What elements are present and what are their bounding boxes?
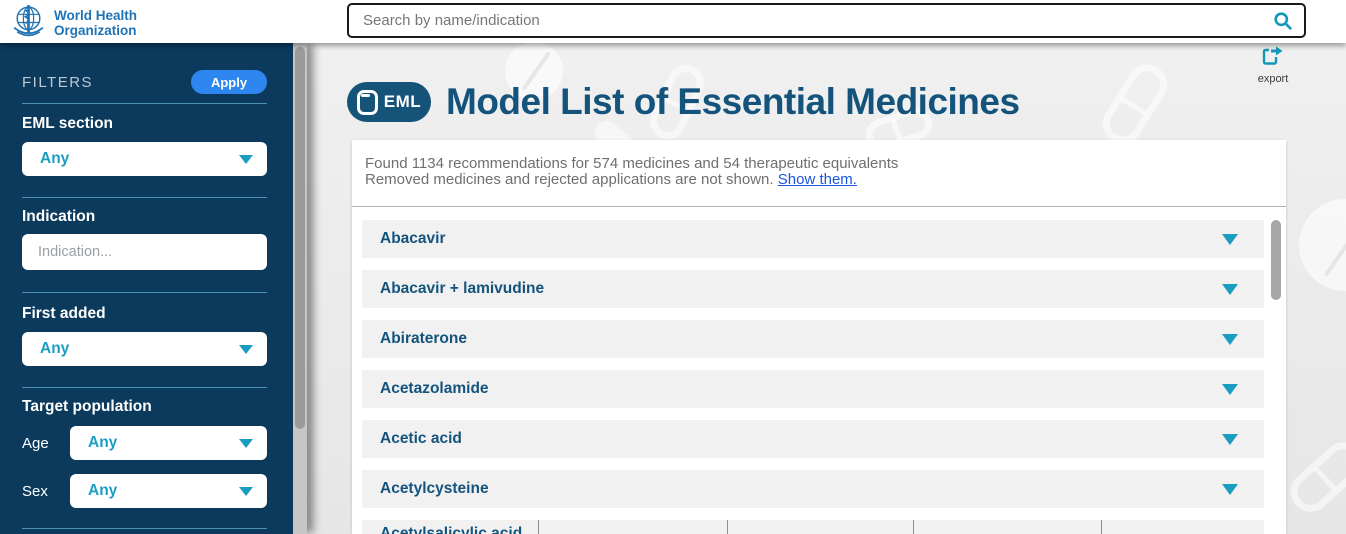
search-input[interactable] (349, 5, 1273, 36)
eml-section-select[interactable]: Any (22, 142, 267, 176)
column-divider (913, 520, 914, 534)
capsule-icon (357, 90, 378, 115)
age-label: Age (22, 435, 70, 452)
medicine-row[interactable]: Acetylcysteine (362, 470, 1264, 508)
summary-line-1: Found 1134 recommendations for 574 medic… (365, 156, 1274, 172)
page-title: Model List of Essential Medicines (446, 81, 1020, 123)
sidebar-scrollbar-thumb[interactable] (295, 47, 305, 429)
medicine-row-partial[interactable]: Acetylsalicylic acid (362, 520, 1264, 534)
medicine-row[interactable]: Abacavir + lamivudine (362, 270, 1264, 308)
chevron-down-icon (1222, 234, 1238, 245)
eml-section-value: Any (40, 150, 69, 168)
column-divider (538, 520, 539, 534)
medicine-name: Abacavir + lamivudine (380, 280, 544, 298)
divider (22, 103, 267, 104)
medicine-name: Acetic acid (380, 430, 462, 448)
chevron-down-icon (239, 487, 253, 496)
results-summary: Found 1134 recommendations for 574 medic… (352, 140, 1286, 188)
divider (22, 528, 267, 529)
divider (22, 292, 267, 293)
chevron-down-icon (1222, 384, 1238, 395)
filters-title: FILTERS (22, 74, 93, 91)
medicine-name: Abiraterone (380, 330, 467, 348)
divider (22, 387, 267, 388)
show-them-link[interactable]: Show them. (778, 171, 857, 188)
medicine-name: Acetazolamide (380, 380, 489, 398)
chevron-down-icon (1222, 284, 1238, 295)
top-header: World Health Organization (0, 0, 1346, 43)
first-added-label: First added (22, 305, 267, 323)
medicine-name: Abacavir (380, 230, 445, 248)
pill-watermark (1095, 57, 1174, 151)
column-divider (727, 520, 728, 534)
medicine-row[interactable]: Abiraterone (362, 320, 1264, 358)
export-icon (1261, 46, 1285, 72)
chevron-down-icon (239, 345, 253, 354)
pill-watermark (1282, 434, 1346, 520)
chevron-down-icon (1222, 434, 1238, 445)
sex-select[interactable]: Any (70, 474, 267, 508)
tablet-watermark (1299, 199, 1346, 291)
sex-label: Sex (22, 483, 70, 500)
list-scrollbar-thumb[interactable] (1271, 220, 1281, 300)
sex-value: Any (88, 482, 117, 500)
who-emblem-icon (10, 3, 47, 45)
who-logo-text: World Health Organization (54, 9, 137, 39)
age-select[interactable]: Any (70, 426, 267, 460)
eml-page: World Health Organization FILTERS Apply … (0, 0, 1346, 534)
chevron-down-icon (1222, 334, 1238, 345)
results-card: Found 1134 recommendations for 574 medic… (352, 140, 1286, 534)
export-label: export (1258, 73, 1289, 85)
chevron-down-icon (239, 439, 253, 448)
chevron-down-icon (1222, 484, 1238, 495)
who-logo[interactable]: World Health Organization (10, 3, 137, 45)
medicine-row[interactable]: Abacavir (362, 220, 1264, 258)
title-row: EML Model List of Essential Medicines (347, 81, 1020, 123)
eml-badge-icon: EML (347, 82, 431, 122)
indication-label: Indication (22, 208, 267, 226)
chevron-down-icon (239, 155, 253, 164)
age-value: Any (88, 434, 117, 452)
divider (352, 206, 1286, 207)
summary-line-2: Removed medicines and rejected applicati… (365, 172, 1274, 188)
eml-badge-label: EML (384, 92, 421, 112)
first-added-value: Any (40, 340, 69, 358)
divider (22, 197, 267, 198)
medicine-row[interactable]: Acetazolamide (362, 370, 1264, 408)
search-icon[interactable] (1273, 11, 1293, 31)
medicine-list: Abacavir Abacavir + lamivudine Abiratero… (352, 220, 1286, 508)
search-bar (347, 3, 1306, 38)
target-population-label: Target population (22, 398, 267, 416)
medicine-name: Acetylcysteine (380, 480, 489, 498)
export-button[interactable]: export (1251, 46, 1295, 85)
column-divider (1101, 520, 1102, 534)
first-added-select[interactable]: Any (22, 332, 267, 366)
indication-input[interactable] (22, 234, 267, 270)
medicine-row[interactable]: Acetic acid (362, 420, 1264, 458)
eml-section-label: EML section (22, 115, 267, 133)
medicine-list-partial: Acetylsalicylic acid (352, 520, 1286, 534)
medicine-name: Acetylsalicylic acid (380, 525, 522, 534)
sidebar-scrollbar-track[interactable] (293, 43, 307, 534)
apply-button[interactable]: Apply (191, 70, 267, 94)
main-content: export EML Model List of Essential Medic… (307, 43, 1346, 534)
filters-sidebar: FILTERS Apply EML section Any Indication… (0, 43, 293, 534)
